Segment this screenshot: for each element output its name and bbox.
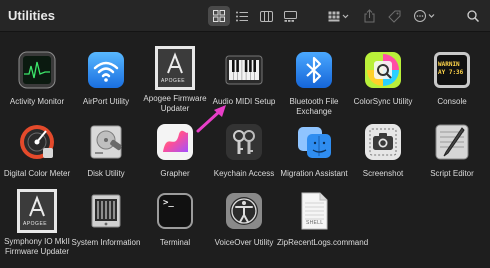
apogee-icon xyxy=(155,46,195,90)
share-icon xyxy=(364,9,374,23)
more-icon xyxy=(414,10,435,22)
piano-keyboard-icon xyxy=(225,55,263,85)
app-script-editor[interactable]: Script Editor xyxy=(417,120,487,179)
app-disk-utility[interactable]: Disk Utility xyxy=(71,120,141,179)
app-label: Migration Assistant xyxy=(280,169,348,178)
accessibility-icon xyxy=(226,193,262,229)
bluetooth-icon xyxy=(296,52,332,88)
search-button[interactable] xyxy=(464,6,482,26)
gallery-view-button[interactable] xyxy=(280,6,300,26)
icon-view-button[interactable] xyxy=(208,6,230,26)
camera-icon xyxy=(365,124,401,160)
column-view-button[interactable] xyxy=(256,6,276,26)
app-audio-midi-setup[interactable]: Audio MIDI Setup xyxy=(209,48,279,107)
app-colorsync-utility[interactable]: ColorSync Utility xyxy=(348,48,418,107)
app-label: Grapher xyxy=(160,169,190,178)
app-bluetooth-file-exchange[interactable]: Bluetooth File Exchange xyxy=(279,48,349,117)
system-information-icon xyxy=(91,194,121,228)
app-migration-assistant[interactable]: Migration Assistant xyxy=(279,120,349,179)
app-label: Screenshot xyxy=(362,169,404,178)
app-label: ZipRecentLogs.command xyxy=(277,238,369,247)
app-voiceover-utility[interactable]: VoiceOver Utility xyxy=(209,189,279,248)
group-button[interactable] xyxy=(326,6,352,26)
app-label: Script Editor xyxy=(430,169,474,178)
grapher-icon xyxy=(157,124,193,160)
disk-utility-icon xyxy=(90,125,122,159)
app-label: Keychain Access xyxy=(213,169,275,178)
console-line-2: AY 7:36 xyxy=(438,69,464,76)
app-terminal[interactable]: >_ Terminal xyxy=(140,189,210,248)
apogee-icon xyxy=(17,189,57,233)
app-label: VoiceOver Utility xyxy=(214,238,274,247)
app-label: AirPort Utility xyxy=(82,97,130,106)
toolbar: Utilities xyxy=(0,0,490,32)
list-view-icon xyxy=(236,11,248,21)
app-console[interactable]: WARNIN AY 7:36 Console xyxy=(417,48,487,107)
list-view-button[interactable] xyxy=(232,6,252,26)
tag-icon xyxy=(387,10,400,23)
app-symphony-io-mkii-firmware-updater[interactable]: APOGEE Symphony IO MkII Firmware Updater xyxy=(2,187,72,257)
terminal-prompt: >_ xyxy=(163,198,174,208)
color-meter-icon xyxy=(20,125,54,159)
activity-monitor-icon xyxy=(18,51,56,89)
app-label: Bluetooth File Exchange xyxy=(289,97,339,116)
keychain-icon xyxy=(226,124,262,160)
app-activity-monitor[interactable]: Activity Monitor xyxy=(2,48,72,107)
migration-assistant-icon xyxy=(298,127,331,158)
console-line-1: WARNIN xyxy=(438,61,460,68)
app-ziprecentlogs-command[interactable]: SHELL ZipRecentLogs.command xyxy=(277,189,369,248)
window-title: Utilities xyxy=(8,8,55,23)
share-button[interactable] xyxy=(360,6,378,26)
annotation-arrow xyxy=(196,105,226,133)
app-label: Activity Monitor xyxy=(9,97,65,106)
app-label: Console xyxy=(437,97,467,106)
app-label: ColorSync Utility xyxy=(353,97,413,106)
tag-button[interactable] xyxy=(385,6,403,26)
app-screenshot[interactable]: Screenshot xyxy=(348,120,418,179)
document-type-label: SHELL xyxy=(306,220,324,226)
app-digital-color-meter[interactable]: Digital Color Meter xyxy=(2,120,72,179)
script-editor-icon xyxy=(435,124,469,160)
app-label: Digital Color Meter xyxy=(3,169,71,178)
search-icon xyxy=(467,10,479,22)
app-airport-utility[interactable]: AirPort Utility xyxy=(71,48,141,107)
terminal-icon xyxy=(157,193,193,229)
more-button[interactable] xyxy=(412,6,438,26)
colorsync-icon xyxy=(365,52,401,88)
app-grid: Activity Monitor AirPort Utility APOGEE … xyxy=(0,34,490,268)
icon-view-icon xyxy=(213,10,225,22)
gallery-view-icon xyxy=(283,10,297,22)
apogee-badge: APOGEE xyxy=(23,221,48,227)
app-label: Terminal xyxy=(159,238,191,247)
column-view-icon xyxy=(259,10,273,22)
app-label: Disk Utility xyxy=(87,169,125,178)
group-icon xyxy=(328,11,349,21)
apogee-badge: APOGEE xyxy=(161,78,186,84)
app-label: Symphony IO MkII Firmware Updater xyxy=(4,237,70,256)
app-label: System Information xyxy=(71,238,141,247)
app-system-information[interactable]: System Information xyxy=(71,189,141,248)
wifi-icon xyxy=(88,52,124,88)
